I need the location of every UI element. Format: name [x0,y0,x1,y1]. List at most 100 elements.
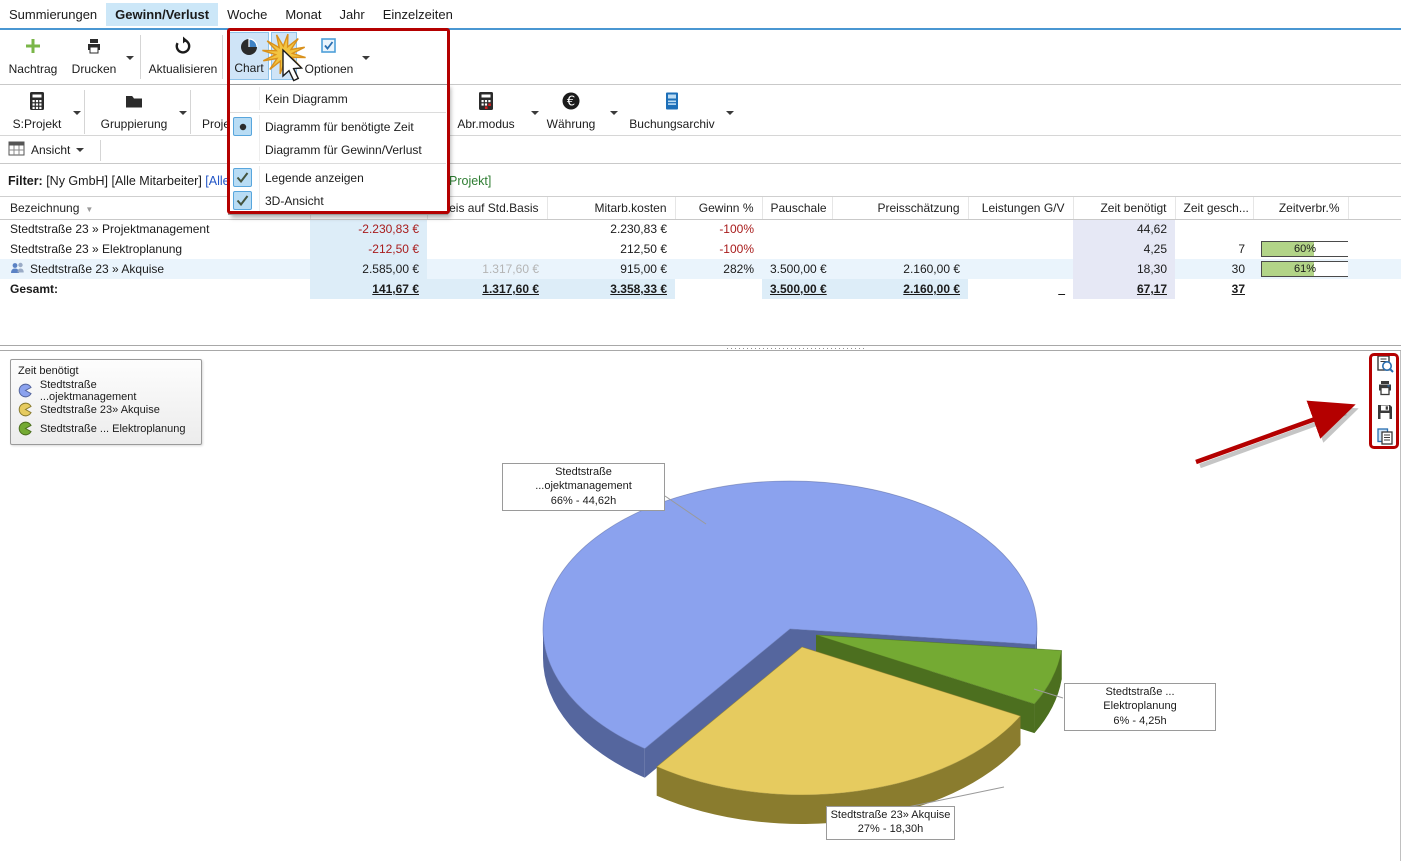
menu-tab-einzelzeiten[interactable]: Einzelzeiten [374,3,462,26]
ansicht-dropdown-arrow[interactable] [76,148,84,152]
cell-zeit_gesch [1175,219,1253,239]
toolbar-main: Nachtrag Drucken Aktualisieren Chart Opt… [0,30,1401,83]
waehrung-button[interactable]: € Währung [544,87,598,135]
cell-gewinn: -100% [675,219,762,239]
cell-mitarb: 2.230,83 € [547,219,675,239]
toolbar-separator [100,140,101,161]
table-row[interactable]: Stedtstraße 23 » Elektroplanung-212,50 €… [0,239,1401,259]
cell-preis: 2.160,00 € [832,279,968,299]
progress-bar: 60% [1261,241,1348,257]
column-header-pauschale[interactable]: Pauschale [762,197,832,219]
cell-zeitverbr: 60% [1253,239,1348,259]
cell-zeit_gesch: 37 [1175,279,1253,299]
gruppierung-dropdown-arrow[interactable] [179,111,187,115]
cell-gv: 141,67 € [310,279,427,299]
gruppierung-button[interactable]: Gruppierung [94,87,174,135]
splitter-grip[interactable] [727,347,865,350]
calculator-red-icon [477,90,495,112]
filter-bar: Filter: [Ny GmbH] [Alle Mitarbeiter] [Al… [0,165,1401,196]
legend-title: Zeit benötigt [18,365,195,377]
menu-item-kein-diagramm[interactable]: Kein Diagramm [229,87,447,110]
results-table: Bezeichnung▼G/VKreis auf Std.BasisMitarb… [0,197,1401,299]
cell-preis: 2.160,00 € [832,259,968,279]
abrmodus-button[interactable]: Abr.modus [452,87,520,135]
menu-item-diagramm-f-r-ben-tigte-zeit[interactable]: Diagramm für benötigte Zeit [229,115,447,138]
column-header-zeit_gesch[interactable]: Zeit gesch... [1175,197,1253,219]
cell-mitarb: 915,00 € [547,259,675,279]
cell-gv: 2.585,00 € [310,259,427,279]
gruppierung-label: Gruppierung [101,117,168,131]
nachtrag-button[interactable]: Nachtrag [4,32,62,80]
cell-zeit_benoetigt: 4,25 [1073,239,1175,259]
column-header-leistungen[interactable]: Leistungen G/V [968,197,1073,219]
print-icon[interactable] [1376,379,1394,397]
drucken-button[interactable]: Drucken [66,32,122,80]
sprojekt-button[interactable]: S:Projekt [6,87,68,135]
cell-zeit_benoetigt: 44,62 [1073,219,1175,239]
filter-label: Filter: [8,174,43,188]
cell-kreis [427,219,547,239]
cell-gewinn: 282% [675,259,762,279]
buchungsarchiv-dropdown-arrow[interactable] [726,111,734,115]
cell-leistungen [968,219,1073,239]
toolbar-separator [222,35,223,79]
legend-pie-swatch [18,383,33,398]
menu-tab-woche[interactable]: Woche [218,3,276,26]
column-header-zeitverbr[interactable]: Zeitverbr.% [1253,197,1348,219]
column-header-mitarb[interactable]: Mitarb.kosten [547,197,675,219]
cell-bezeichnung: Stedtstraße 23 » Akquise [0,259,310,279]
plus-icon [23,35,43,57]
optionen-dropdown-arrow[interactable] [362,56,370,60]
refresh-icon [173,35,193,57]
checkmark-icon [233,168,252,187]
table-row-total[interactable]: Gesamt:141,67 €1.317,60 €3.358,33 €3.500… [0,279,1401,299]
cell-preis [832,219,968,239]
sprojekt-dropdown-arrow[interactable] [73,111,81,115]
waehrung-dropdown-arrow[interactable] [610,111,618,115]
pie-callout-stedtstra-e-elektroplanung: Stedtstraße ... Elektroplanung6% - 4,25h [1064,683,1216,731]
legend-pie-swatch [18,402,33,417]
cell-bezeichnung: Gesamt: [0,279,310,299]
svg-text:€: € [567,95,575,110]
column-header-preis[interactable]: Preisschätzung [832,197,968,219]
column-header-zeit_benoetigt[interactable]: Zeit benötigt [1073,197,1175,219]
aktualisieren-button[interactable]: Aktualisieren [146,32,220,80]
printer-icon [84,35,104,57]
calculator-icon [28,90,46,112]
ansicht-button[interactable]: Ansicht [8,139,84,161]
abrmodus-dropdown-arrow[interactable] [531,111,539,115]
menu-item-3d-ansicht[interactable]: 3D-Ansicht [229,189,447,212]
menu-item-diagramm-f-r-gewinn-verlust[interactable]: Diagramm für Gewinn/Verlust [229,138,447,161]
print-preview-icon[interactable] [1376,355,1394,373]
table-row[interactable]: Stedtstraße 23 » Projektmanagement-2.230… [0,219,1401,239]
buchungsarchiv-button[interactable]: Buchungsarchiv [626,87,718,135]
menu-item-legende-anzeigen[interactable]: Legende anzeigen [229,166,447,189]
menu-tab-monat[interactable]: Monat [276,3,330,26]
save-icon[interactable] [1376,403,1394,421]
table-row[interactable]: Stedtstraße 23 » Akquise2.585,00 €1.317,… [0,259,1401,279]
toolbar-separator [140,35,141,79]
chart-legend[interactable]: Zeit benötigt Stedtstraße ...ojektmanage… [10,359,202,445]
menu-tab-jahr[interactable]: Jahr [330,3,373,26]
legend-entry: Stedtstraße ...ojektmanagement [18,381,195,400]
cell-leistungen: _ [968,279,1073,299]
drucken-dropdown-arrow[interactable] [126,56,134,60]
cell-pauschale [762,239,832,259]
cell-zeit_gesch: 7 [1175,239,1253,259]
column-header-gewinn[interactable]: Gewinn % [675,197,762,219]
cell-zeitverbr: 61% [1253,259,1348,279]
legend-pie-swatch [18,421,33,436]
drucken-label: Drucken [72,62,117,76]
cell-leistungen [968,239,1073,259]
progress-bar: 61% [1261,261,1348,277]
menu-tab-gewinn-verlust[interactable]: Gewinn/Verlust [106,3,218,26]
sort-icon: ▼ [85,205,93,214]
filter-projekt-link[interactable]: Projekt] [449,174,491,188]
cell-pauschale [762,219,832,239]
filter-scope[interactable]: [Ny GmbH] [Alle Mitarbeiter] [43,174,206,188]
chart-dropdown-menu: Kein Diagramm Diagramm für benötigte Zeit… [228,84,448,215]
menu-tab-summierungen[interactable]: Summierungen [0,3,106,26]
copy-icon[interactable] [1376,427,1394,445]
legend-entry: Stedtstraße 23» Akquise [18,400,195,419]
toolbar-separator [190,90,191,134]
